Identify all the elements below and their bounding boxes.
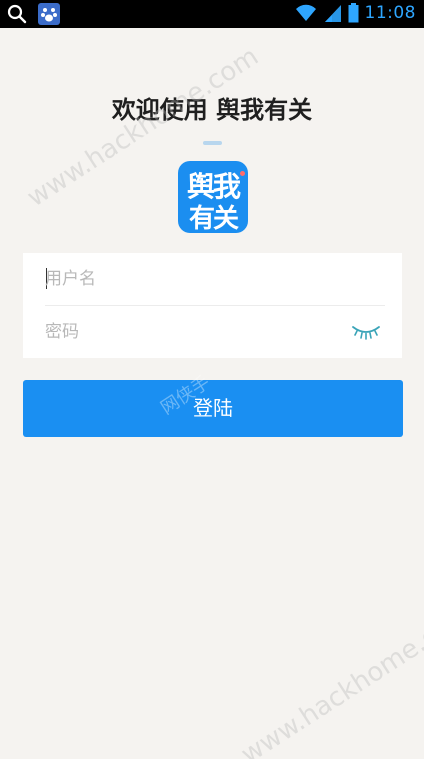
password-field-row bbox=[23, 306, 402, 358]
status-right: 11:08 bbox=[294, 3, 417, 23]
title-divider bbox=[203, 141, 222, 145]
watermark-2: www.hackhome.com bbox=[236, 598, 424, 759]
search-icon bbox=[6, 3, 28, 25]
login-form bbox=[23, 253, 402, 358]
status-left bbox=[6, 3, 60, 25]
battery-icon bbox=[348, 3, 359, 23]
username-input[interactable] bbox=[45, 253, 345, 305]
wifi-icon bbox=[294, 3, 318, 23]
username-field-row bbox=[23, 253, 402, 305]
eye-closed-icon[interactable] bbox=[351, 323, 381, 341]
logo-line-2: 有关 bbox=[188, 204, 239, 233]
password-input[interactable] bbox=[45, 306, 345, 358]
app-icon bbox=[38, 3, 60, 25]
status-bar: 11:08 bbox=[0, 0, 424, 28]
app-logo: 舆我 有关 bbox=[178, 161, 248, 233]
signal-icon bbox=[324, 3, 342, 23]
status-time: 11:08 bbox=[364, 3, 416, 23]
logo-dot bbox=[240, 171, 245, 176]
